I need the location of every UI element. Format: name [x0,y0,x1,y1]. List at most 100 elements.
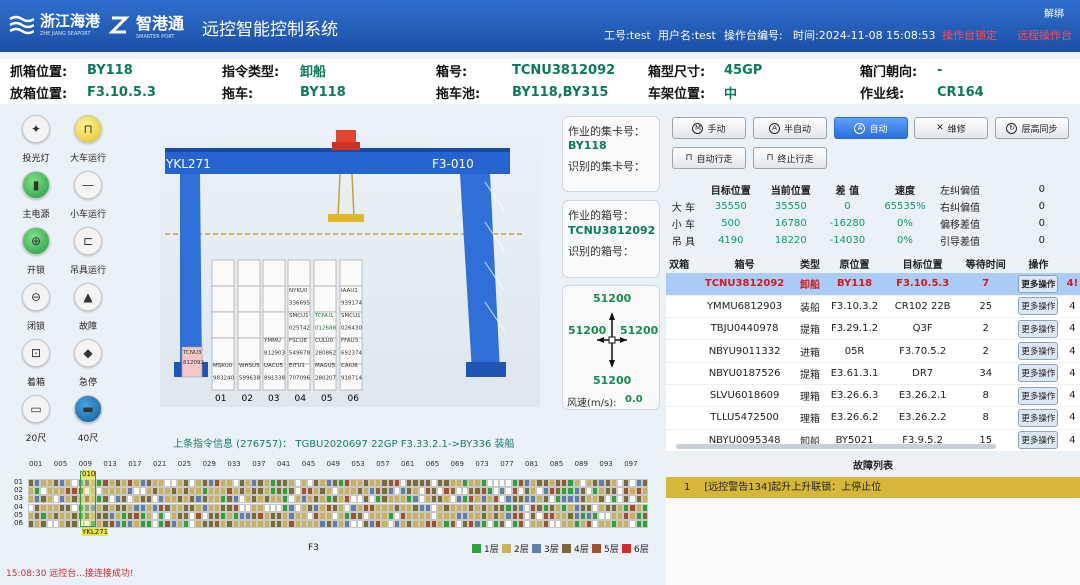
legend-label: 4层 [574,545,589,555]
task-table-row[interactable]: YMMU6812903 装船 F3.10.3.2 CR102 22B 25 更多操作 4 [666,295,1080,319]
task-table-cell [666,362,693,385]
container-label: TCNU3 [182,350,202,356]
task-table-row[interactable]: SLVU6018609 理箱 E3.26.6.3 E3.26.2.1 8 更多操作 4 [666,384,1080,408]
yard-slot[interactable] [641,503,648,512]
deviation-row: 右纠偏值 0 [940,198,1075,215]
more-actions-button[interactable]: 更多操作 [1018,386,1059,405]
box-no-value: TCNU3812092 [512,63,616,78]
position-table-cell: 4190 [718,235,744,246]
yard-slot[interactable] [641,511,648,520]
bay-label: 03 [268,394,279,404]
more-actions-button[interactable]: 更多操作 [1018,431,1059,450]
task-table-cell: 理箱 [796,406,824,430]
task-table-row[interactable]: TCNU3812092 卸船 BY118 F3.10.5.3 7 更多操作 4! [666,273,1080,296]
yard-slot[interactable] [641,487,648,496]
legend-item: 1层 [472,542,499,555]
more-actions-button[interactable]: 更多操作 [1018,408,1059,427]
task-table-row[interactable]: TLLU5472500 理箱 E3.26.6.2 E3.26.2.2 8 更多操作 4 [666,406,1080,430]
yard-slot[interactable] [641,495,648,504]
yard-slot[interactable] [641,520,648,528]
legend-swatch [592,544,601,553]
task-table-row[interactable]: NBYU0187526 提箱 E3.61.3.1 DR7 34 更多操作 4 [666,362,1080,385]
yard-column-label: 077 [500,460,514,468]
position-table-row: 小 车 500 16780 -16280 0% [666,215,936,232]
yard-slot[interactable] [641,479,648,487]
container-box [211,285,235,313]
crane-left-label: YKL271 [165,157,211,171]
stop-travel-button[interactable]: ⊓ 终止行走 [753,147,827,169]
task-cell-action[interactable]: 更多操作 [1012,295,1065,319]
task-table-cell: 4 [1064,295,1080,319]
task-cell-action[interactable]: 更多操作 [1012,339,1065,363]
more-actions-button[interactable]: 更多操作 [1018,364,1059,383]
manual-mode-button[interactable]: M 手动 [672,117,746,139]
task-table-header: 箱号 [692,254,797,273]
task-table-cell: 7 [959,273,1013,296]
task-table-cell: 提箱 [796,362,824,385]
yard-column-label: 073 [475,460,489,468]
legend-item: 2层 [502,542,529,555]
task-cell-action[interactable]: 更多操作 [1012,429,1065,452]
job-truck-label: 作业的集卡号： [568,125,645,138]
info-row-2: 放箱位置: F3.10.5.3 拖车: BY118 拖车池: BY118,BY3… [0,81,1080,104]
container-box [237,285,261,313]
recognized-truck-label: 识别的集卡号： [568,160,645,173]
task-table-cell: NBYU0187526 [692,362,797,385]
task-table-cell: 05R [823,339,886,363]
task-cell-action[interactable]: 更多操作 [1012,273,1065,296]
door-direction-label: 箱门朝向: [860,65,918,80]
auto-travel-label: 自动行走 [696,154,733,165]
status-icon-label: 投光灯 [22,154,50,164]
task-cell-action[interactable]: 更多操作 [1012,317,1065,341]
yard-row-label: 04 [14,502,23,511]
legend-item: 5层 [592,542,619,555]
deviation-label: 偏移差值 [940,220,980,231]
legend-item: 4层 [562,542,589,555]
container-label: 983240 [213,376,234,382]
crane-spreader [328,214,364,222]
task-table-cell [666,317,693,341]
legend-swatch [502,544,511,553]
container-box [262,311,286,339]
position-table-cell: 65535% [884,201,926,212]
position-table-cell: 500 [721,218,741,229]
auto-travel-button[interactable]: ⊓ 自动行走 [672,147,746,169]
40ft-icon: ▬ [74,395,102,423]
fault-list-row[interactable]: 1 [远控警告134]起升上升联锁：上停止位 [666,477,1080,498]
container-label: CULU0 [315,338,334,344]
container-box [339,259,363,287]
more-actions-button[interactable]: 更多操作 [1018,342,1059,361]
task-cell-action[interactable]: 更多操作 [1012,362,1065,385]
task-table-cell [666,273,693,296]
truck-label: 拖车: [222,87,254,102]
wind-top-value: 51200 [593,292,632,305]
auto-mode-button[interactable]: A 自动 [834,117,908,139]
legend-item: 3层 [532,542,559,555]
instruction-type-label: 指令类型: [222,65,280,80]
unbind-button[interactable]: 解绑 [1044,5,1064,20]
compass-icon [597,312,627,368]
task-cell-action[interactable]: 更多操作 [1012,384,1065,408]
position-table: 目标位置 当前位置 差 值 速度大 车 35550 35550 0 65535% 小 车 500 1… [666,181,936,249]
more-actions-button[interactable]: 更多操作 [1018,319,1059,338]
more-actions-button[interactable]: 更多操作 [1018,274,1059,293]
container-label: 280862 [315,351,336,357]
truck-value: BY118 [300,85,346,100]
truck-pool-label: 拖车池: [436,87,481,102]
more-actions-button[interactable]: 更多操作 [1018,297,1059,316]
semi-auto-mode-button[interactable]: A 半自动 [753,117,827,139]
layer-sync-button[interactable]: ↻ 层高同步 [995,117,1069,139]
status-icon-label: 大车运行 [69,154,106,164]
task-table-header: 原位置 [823,254,886,273]
console-no: 操作台编号: [724,29,783,42]
task-table-row[interactable]: TBJU0440978 提箱 F3.29.1.2 Q3F 2 更多操作 4 [666,317,1080,341]
task-table-scrollbar[interactable] [676,444,996,449]
main-power-icon: ▮ [22,171,50,199]
landed-icon: ⊡ [22,339,50,367]
status-icon-label: 吊具运行 [69,266,106,276]
task-cell-action[interactable]: 更多操作 [1012,406,1065,430]
container-box [237,337,261,365]
task-table-row[interactable]: NBYU9011332 进箱 05R F3.70.5.2 2 更多操作 4 [666,339,1080,363]
repair-mode-button[interactable]: ✕ 维修 [914,117,988,139]
task-table-cell: 2 [959,317,1013,341]
